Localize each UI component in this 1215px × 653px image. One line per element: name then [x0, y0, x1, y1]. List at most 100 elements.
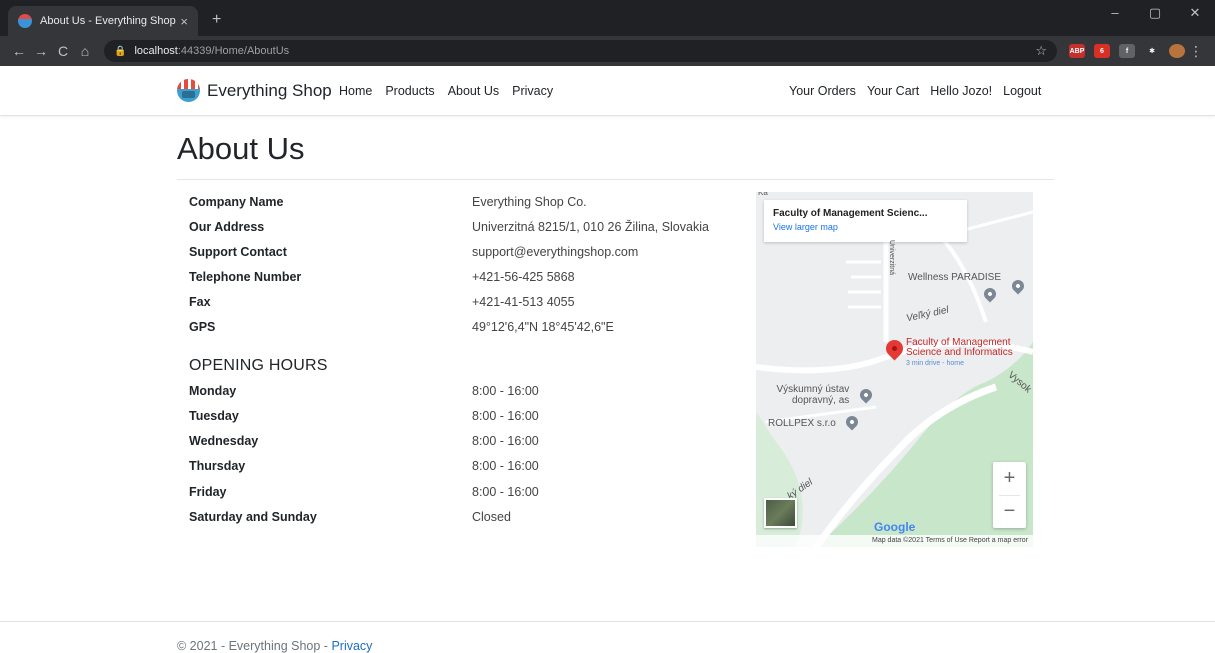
url-host: localhost: [134, 45, 178, 57]
info-row-support: Support Contact: [189, 245, 287, 261]
back-icon[interactable]: ←: [8, 43, 30, 59]
forward-icon[interactable]: →: [30, 43, 52, 59]
info-value: 49°12'6,4"N 18°45'42,6"E: [472, 320, 614, 334]
info-row-fax: Fax: [189, 295, 211, 311]
lock-icon: 🔒: [114, 45, 127, 57]
map-attribution[interactable]: Map data ©2021 Terms of Use Report a map…: [756, 535, 1033, 547]
ext-facebook-icon[interactable]: f: [1119, 44, 1135, 58]
main-nav-links: Home Products About Us Privacy: [339, 84, 553, 98]
info-row-telephone: Telephone Number: [189, 270, 301, 286]
hours-value: 8:00 - 16:00: [472, 384, 539, 398]
satellite-toggle-button[interactable]: [764, 498, 797, 528]
hours-row-weekend: Saturday and Sunday: [189, 510, 317, 526]
window-controls: – ▢ ✕: [1095, 0, 1215, 30]
nav-products[interactable]: Products: [385, 84, 434, 98]
nav-your-orders[interactable]: Your Orders: [789, 84, 856, 98]
page-title: About Us: [177, 131, 305, 166]
shop-logo-icon: [177, 79, 200, 102]
title-divider: [177, 179, 1054, 180]
minimize-button[interactable]: –: [1095, 0, 1135, 30]
hours-row-monday: Monday: [189, 384, 236, 400]
nav-about-us[interactable]: About Us: [448, 84, 499, 98]
zoom-in-button[interactable]: +: [993, 462, 1026, 495]
map-label-street: Univerzitná: [888, 239, 896, 276]
nav-your-cart[interactable]: Your Cart: [867, 84, 919, 98]
footer-privacy-link[interactable]: Privacy: [331, 639, 372, 653]
bookmark-star-icon[interactable]: ☆: [1035, 43, 1047, 59]
tab-title: About Us - Everything Shop: [40, 15, 176, 27]
hours-value: 8:00 - 16:00: [472, 409, 539, 423]
zoom-out-button[interactable]: −: [993, 495, 1026, 528]
hours-label: Monday: [189, 384, 237, 398]
map-label-edge: Ka: [758, 192, 768, 197]
info-value: +421-56-425 5868: [472, 270, 575, 284]
hours-row-friday: Friday: [189, 485, 227, 501]
info-label: GPS: [189, 320, 216, 334]
map-label-institute-1: Výskumný ústav: [776, 384, 850, 395]
url-path: :44339/Home/AboutUs: [177, 45, 290, 57]
google-logo: Google: [874, 520, 916, 534]
site-favicon-icon: [18, 14, 32, 28]
info-label: Telephone Number: [189, 270, 302, 284]
info-value: Everything Shop Co.: [472, 195, 587, 209]
info-row-address: Our Address: [189, 220, 264, 236]
puzzle-icon[interactable]: ✱: [1144, 44, 1160, 58]
home-icon[interactable]: ⌂: [74, 43, 96, 59]
map-place-drive: 3 min drive - home: [906, 360, 964, 367]
hours-label: Tuesday: [189, 409, 239, 423]
info-value: support@everythingshop.com: [472, 245, 639, 259]
info-label: Support Contact: [189, 245, 287, 259]
user-nav-links: Your Orders Your Cart Hello Jozo! Logout: [789, 84, 1041, 98]
embedded-map[interactable]: Faculty of Management Scienc... View lar…: [756, 192, 1033, 547]
map-zoom-control: + −: [993, 462, 1026, 528]
address-bar: ← → C ⌂ 🔒 localhost :44339/Home/AboutUs …: [0, 36, 1215, 66]
ext-red-icon[interactable]: 6: [1094, 44, 1110, 58]
info-value: Univerzitná 8215/1, 010 26 Žilina, Slova…: [472, 220, 709, 234]
hours-label: Wednesday: [189, 434, 259, 448]
profile-avatar-icon[interactable]: [1169, 44, 1185, 58]
maximize-button[interactable]: ▢: [1135, 0, 1175, 30]
close-window-button[interactable]: ✕: [1175, 0, 1215, 30]
brand-link[interactable]: Everything Shop: [177, 79, 332, 102]
info-value: +421-41-513 4055: [472, 295, 575, 309]
map-label-wellness: Wellness PARADISE: [908, 272, 1001, 283]
info-row-gps: GPS: [189, 320, 215, 336]
map-label-institute-2: dopravný, as: [792, 395, 850, 406]
zoom-divider: [999, 495, 1020, 496]
reload-icon[interactable]: C: [52, 43, 74, 59]
hours-row-tuesday: Tuesday: [189, 409, 239, 425]
view-larger-map-link[interactable]: View larger map: [773, 222, 958, 232]
tab-close-icon[interactable]: ×: [180, 14, 188, 29]
map-label-institute: Výskumný ústav dopravný, as: [776, 384, 849, 406]
nav-user-greeting[interactable]: Hello Jozo!: [930, 84, 992, 98]
hours-label: Friday: [189, 485, 227, 499]
browser-menu-icon[interactable]: ⋮: [1185, 43, 1207, 60]
abp-icon[interactable]: ABP: [1069, 44, 1085, 58]
map-place-title: Faculty of Management Scienc...: [773, 208, 928, 219]
browser-tab[interactable]: About Us - Everything Shop ×: [8, 6, 198, 36]
site-navbar: Everything Shop Home Products About Us P…: [0, 66, 1215, 116]
hours-row-thursday: Thursday: [189, 459, 245, 475]
hours-value: 8:00 - 16:00: [472, 434, 539, 448]
hours-row-wednesday: Wednesday: [189, 434, 258, 450]
map-label-rollpex: ROLLPEX s.r.o: [768, 418, 836, 429]
map-place-name: Faculty of Management Science and Informa…: [906, 338, 1013, 358]
footer: © 2021 - Everything Shop - Privacy: [177, 639, 372, 653]
map-info-card: Faculty of Management Scienc... View lar…: [764, 200, 967, 242]
hours-value: Closed: [472, 510, 511, 524]
nav-privacy[interactable]: Privacy: [512, 84, 553, 98]
footer-divider: [0, 621, 1215, 622]
footer-text: © 2021 - Everything Shop -: [177, 639, 332, 653]
new-tab-button[interactable]: +: [212, 11, 221, 29]
url-field[interactable]: 🔒 localhost :44339/Home/AboutUs ☆: [104, 40, 1057, 62]
browser-tab-bar: About Us - Everything Shop × + – ▢ ✕: [0, 0, 1215, 36]
nav-logout[interactable]: Logout: [1003, 84, 1041, 98]
nav-home[interactable]: Home: [339, 84, 372, 98]
info-label: Fax: [189, 295, 211, 309]
info-label: Our Address: [189, 220, 265, 234]
map-place-line2: Science and Informatics: [906, 347, 1013, 358]
hours-value: 8:00 - 16:00: [472, 459, 539, 473]
hours-label: Thursday: [189, 459, 246, 473]
brand-name: Everything Shop: [207, 80, 332, 100]
hours-label: Saturday and Sunday: [189, 510, 317, 524]
